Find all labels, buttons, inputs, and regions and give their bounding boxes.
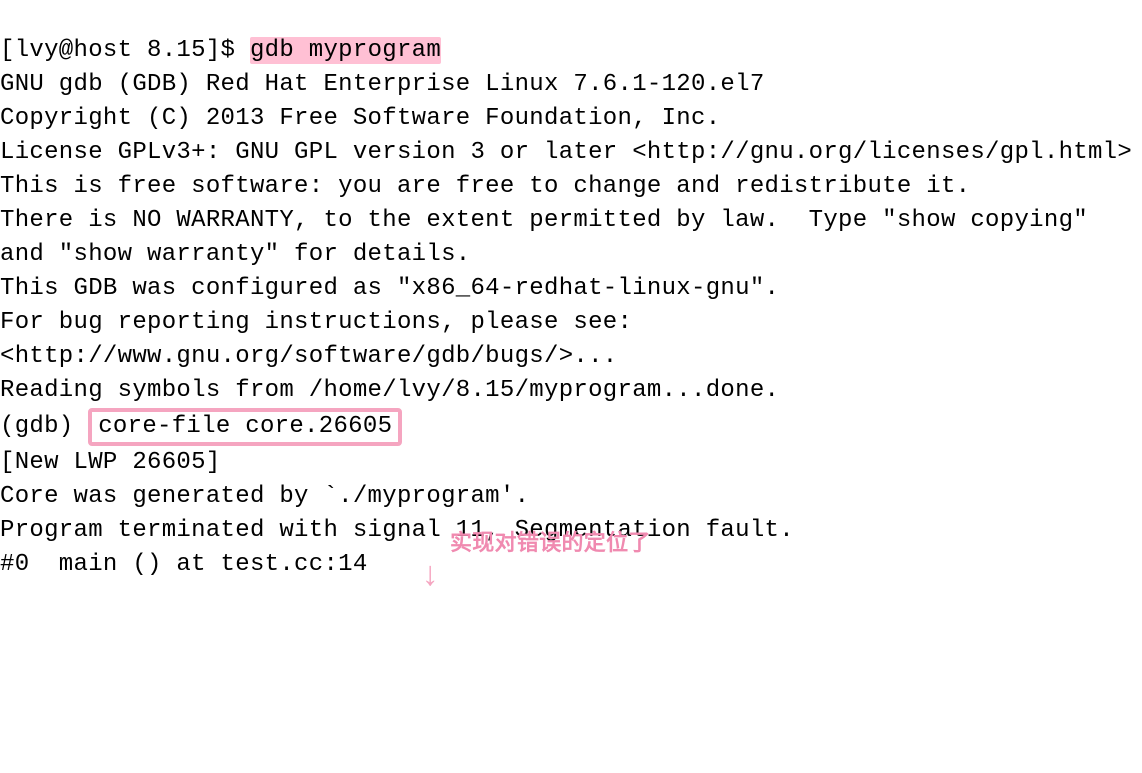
gdb-banner-line: <http://www.gnu.org/software/gdb/bugs/>.… <box>0 343 618 370</box>
annotation-label: 实现对错误的定位了 <box>450 526 651 560</box>
gdb-banner-line: License GPLv3+: GNU GPL version 3 or lat… <box>0 139 1132 166</box>
gdb-banner-line: This is free software: you are free to c… <box>0 173 970 200</box>
gdb-banner-line: There is NO WARRANTY, to the extent perm… <box>0 207 1088 234</box>
gdb-banner-line: This GDB was configured as "x86_64-redha… <box>0 275 779 302</box>
gdb-prompt: (gdb) <box>0 413 88 440</box>
gdb-banner-line: Reading symbols from /home/lvy/8.15/mypr… <box>0 377 779 404</box>
gdb-banner-line: For bug reporting instructions, please s… <box>0 309 632 336</box>
gdb-launch-command: gdb myprogram <box>250 37 441 64</box>
terminal[interactable]: [lvy@host 8.15]$ gdb myprogram GNU gdb (… <box>0 0 1142 773</box>
gdb-banner-line: GNU gdb (GDB) Red Hat Enterprise Linux 7… <box>0 71 765 98</box>
core-file-command: core-file core.26605 <box>88 408 402 446</box>
gdb-output-line: [New LWP 26605] <box>0 449 221 476</box>
gdb-output-line: #0 main () at test.cc:14 <box>0 551 368 578</box>
gdb-banner-line: and "show warranty" for details. <box>0 241 470 268</box>
gdb-output-line: Core was generated by `./myprogram'. <box>0 483 529 510</box>
gdb-output-line: Program terminated with signal 11, Segme… <box>0 517 794 544</box>
shell-prompt: [lvy@host 8.15]$ <box>0 37 250 64</box>
down-arrow-icon: ↓ <box>420 560 441 594</box>
gdb-banner-line: Copyright (C) 2013 Free Software Foundat… <box>0 105 720 132</box>
